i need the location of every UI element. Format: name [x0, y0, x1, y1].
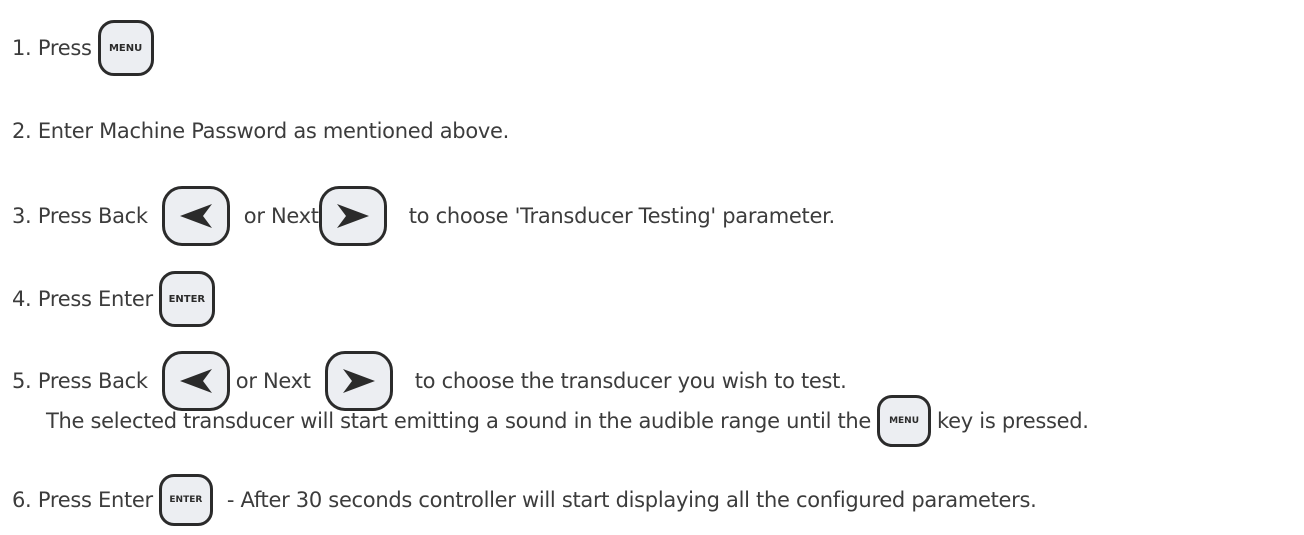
step-3-text-before: Press Back	[37, 204, 148, 228]
step-3-text-mid: or Next	[243, 204, 319, 228]
step-4-number: 4.	[12, 287, 32, 311]
step-5: 5. Press Back or Next to choose the tran…	[12, 351, 1089, 447]
step-2-number: 2.	[12, 119, 32, 143]
menu-key-icon: MENU	[877, 395, 932, 447]
step-1-number: 1.	[12, 36, 32, 60]
step-2: 2. Enter Machine Password as mentioned a…	[12, 103, 509, 159]
step-5-text-after: to choose the transducer you wish to tes…	[414, 369, 847, 393]
step-6-text: Press Enter	[37, 488, 153, 512]
enter-key-icon: ENTER	[158, 474, 213, 526]
step-2-text: Enter Machine Password as mentioned abov…	[37, 119, 510, 143]
step-4: 4. Press Enter ENTER	[12, 271, 215, 327]
step-5-line-2: The selected transducer will start emitt…	[12, 395, 1089, 447]
step-3: 3. Press Back or Next to choose 'Transdu…	[12, 186, 835, 246]
step-1: 1. Press MENU	[12, 20, 154, 76]
step-5-line-2-after: key is pressed.	[937, 409, 1089, 433]
step-6-number: 6.	[12, 488, 32, 512]
step-1-text: Press	[37, 36, 92, 60]
step-4-text: Press Enter	[37, 287, 153, 311]
step-5-number: 5.	[12, 369, 32, 393]
step-5-line-2-before: The selected transducer will start emitt…	[46, 409, 872, 433]
step-3-number: 3.	[12, 204, 32, 228]
step-5-text-before: Press Back	[37, 369, 148, 393]
left-arrow-icon	[161, 186, 230, 246]
step-6: 6. Press Enter ENTER - After 30 seconds …	[12, 474, 1037, 526]
enter-key-icon: ENTER	[158, 271, 215, 327]
menu-key-icon: MENU	[97, 20, 154, 76]
step-6-text-after: - After 30 seconds controller will start…	[226, 488, 1037, 512]
step-3-text-after: to choose 'Transducer Testing' parameter…	[408, 204, 835, 228]
right-arrow-icon	[318, 186, 387, 246]
step-5-text-mid: or Next	[235, 369, 311, 393]
